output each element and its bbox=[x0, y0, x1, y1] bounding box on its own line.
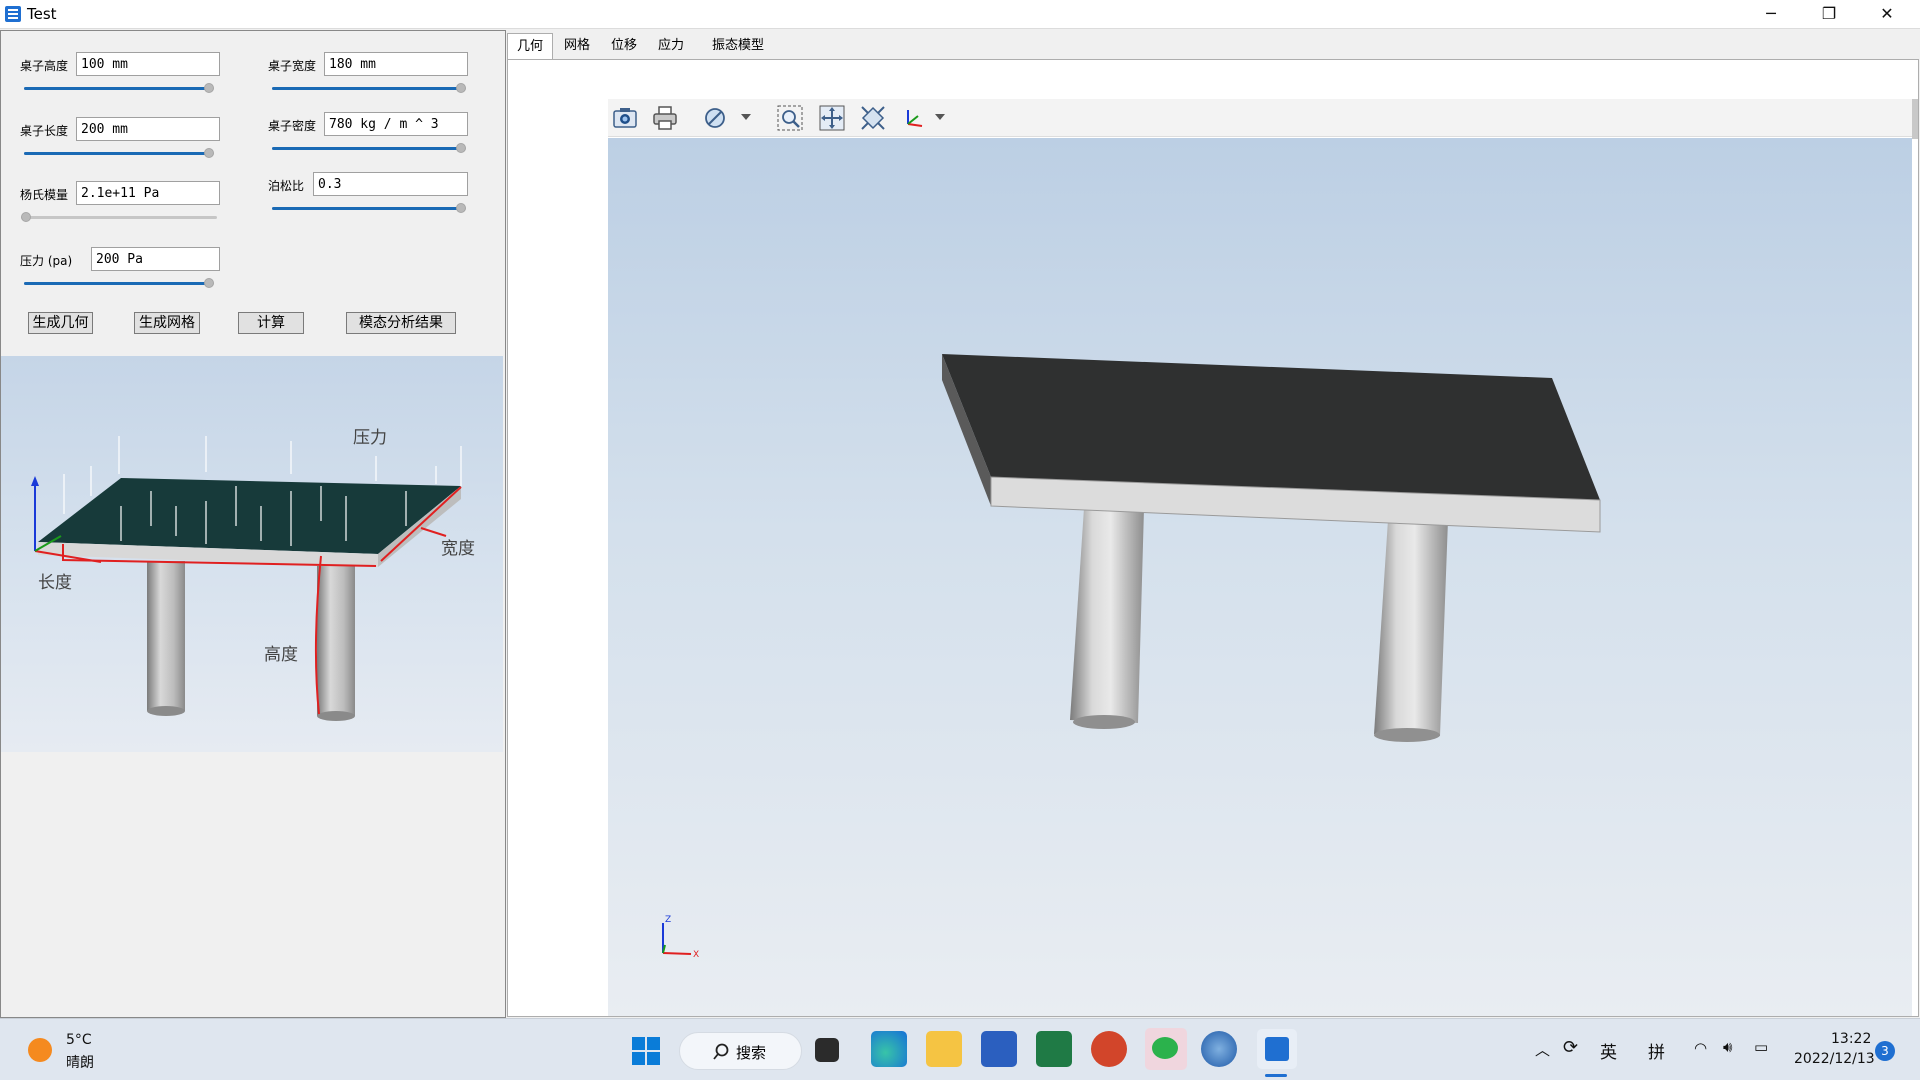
print-icon[interactable] bbox=[651, 104, 679, 132]
table-height-slider[interactable] bbox=[24, 82, 214, 94]
table-width-slider[interactable] bbox=[272, 82, 466, 94]
app-icon bbox=[5, 6, 21, 22]
camera-icon[interactable] bbox=[611, 104, 639, 132]
minimize-button[interactable]: ─ bbox=[1742, 0, 1800, 29]
axes-orientation-icon[interactable] bbox=[900, 104, 928, 132]
poisson-ratio-label: 泊松比 bbox=[268, 179, 305, 193]
table-height-input[interactable] bbox=[76, 52, 220, 76]
tab-mesh[interactable]: 网格 bbox=[553, 33, 601, 59]
weather-description[interactable]: 晴朗 bbox=[66, 1052, 94, 1072]
close-button[interactable]: ✕ bbox=[1858, 0, 1916, 29]
battery-icon[interactable]: ▭ bbox=[1754, 1038, 1768, 1056]
table-diagram-illustration: 压力 宽度 长度 高度 bbox=[31, 428, 475, 721]
start-icon[interactable] bbox=[631, 1036, 661, 1066]
tab-stress[interactable]: 应力 bbox=[647, 33, 695, 59]
weather-sun-icon[interactable] bbox=[28, 1038, 52, 1062]
modal-results-button[interactable]: 模态分析结果 bbox=[346, 312, 456, 334]
app-spiral-icon[interactable] bbox=[1201, 1031, 1237, 1067]
table-diagram: 压力 宽度 长度 高度 bbox=[1, 356, 503, 752]
table-density-slider[interactable] bbox=[272, 142, 466, 154]
title-bar: Test ─ ❐ ✕ bbox=[0, 0, 1920, 29]
poisson-ratio-slider[interactable] bbox=[272, 202, 466, 214]
test-app-taskbar-icon[interactable] bbox=[1257, 1029, 1297, 1069]
powerpoint-icon[interactable] bbox=[1091, 1031, 1127, 1067]
viewer-toolbar bbox=[608, 99, 1912, 137]
pressure-label: 压力 (pa) bbox=[20, 254, 73, 268]
notification-badge[interactable]: 3 bbox=[1875, 1041, 1895, 1061]
generate-geometry-button[interactable]: 生成几何 bbox=[28, 312, 93, 334]
axes-dropdown-icon[interactable] bbox=[935, 114, 945, 122]
word-icon[interactable] bbox=[981, 1031, 1017, 1067]
table-width-label: 桌子宽度 bbox=[268, 59, 317, 73]
table-density-label: 桌子密度 bbox=[268, 119, 317, 133]
edge-icon[interactable] bbox=[871, 1031, 907, 1067]
height-annotation: 高度 bbox=[264, 645, 298, 665]
length-annotation: 长度 bbox=[38, 573, 72, 593]
table-width-input[interactable] bbox=[324, 52, 468, 76]
excel-icon[interactable] bbox=[1036, 1031, 1072, 1067]
search-icon bbox=[713, 1043, 729, 1060]
sync-icon[interactable]: ⟳ bbox=[1563, 1037, 1578, 1058]
chevron-down-icon[interactable] bbox=[741, 114, 751, 122]
wechat-icon[interactable] bbox=[1145, 1028, 1187, 1070]
pressure-annotation: 压力 bbox=[353, 428, 387, 448]
width-annotation: 宽度 bbox=[441, 539, 475, 559]
taskbar-search[interactable]: 搜索 bbox=[679, 1032, 802, 1070]
fit-all-icon[interactable] bbox=[818, 104, 846, 132]
clip-plane-icon[interactable] bbox=[703, 104, 731, 132]
table-length-input[interactable] bbox=[76, 117, 220, 141]
youngs-modulus-input[interactable] bbox=[76, 181, 220, 205]
poisson-ratio-input[interactable] bbox=[313, 172, 468, 196]
volume-icon[interactable]: 🔊︎ bbox=[1723, 1038, 1732, 1056]
tray-chevron-icon[interactable]: ︿ bbox=[1535, 1039, 1550, 1060]
tab-geometry[interactable]: 几何 bbox=[507, 33, 553, 59]
tab-mode-shape[interactable]: 振态模型 bbox=[695, 33, 781, 59]
table-density-input[interactable] bbox=[324, 112, 468, 136]
x-axis-label: X bbox=[693, 950, 699, 960]
table-height-label: 桌子高度 bbox=[20, 59, 69, 73]
generate-mesh-button[interactable]: 生成网格 bbox=[134, 312, 200, 334]
axes-triad: Z X bbox=[662, 915, 699, 960]
search-label: 搜索 bbox=[736, 1044, 767, 1062]
scrollbar-thumb[interactable] bbox=[1912, 99, 1918, 139]
ime-mode[interactable]: 拼 bbox=[1648, 1038, 1665, 1063]
compute-button[interactable]: 计算 bbox=[238, 312, 304, 334]
taskbar: 5°C 晴朗 搜索 ︿ ⟳ 英 拼 ◠ 🔊︎ ▭ 13:22 2022/12/1… bbox=[0, 1018, 1920, 1080]
ime-language[interactable]: 英 bbox=[1600, 1038, 1617, 1063]
tab-displacement[interactable]: 位移 bbox=[601, 33, 647, 59]
task-view-icon[interactable] bbox=[815, 1038, 839, 1062]
table-length-slider[interactable] bbox=[24, 147, 214, 159]
z-axis-label: Z bbox=[665, 915, 671, 925]
zoom-box-icon[interactable] bbox=[776, 104, 804, 132]
wifi-icon[interactable]: ◠ bbox=[1694, 1039, 1707, 1057]
weather-temperature[interactable]: 5°C bbox=[66, 1032, 92, 1048]
restore-button[interactable]: ❐ bbox=[1800, 0, 1858, 29]
pressure-slider[interactable] bbox=[24, 277, 214, 289]
table-length-label: 桌子长度 bbox=[20, 124, 69, 138]
3d-viewport[interactable]: Z X bbox=[608, 138, 1912, 1016]
clock-date[interactable]: 2022/12/13 bbox=[1794, 1051, 1875, 1067]
active-app-indicator bbox=[1265, 1074, 1287, 1077]
youngs-modulus-slider[interactable] bbox=[21, 211, 217, 223]
file-explorer-icon[interactable] bbox=[926, 1031, 962, 1067]
clock-time[interactable]: 13:22 bbox=[1831, 1031, 1871, 1047]
table-3d-model bbox=[942, 354, 1601, 742]
pressure-input[interactable] bbox=[91, 247, 220, 271]
youngs-modulus-label: 杨氏模量 bbox=[20, 188, 69, 202]
window-title: Test bbox=[27, 5, 57, 23]
fit-view-icon[interactable] bbox=[859, 104, 887, 132]
